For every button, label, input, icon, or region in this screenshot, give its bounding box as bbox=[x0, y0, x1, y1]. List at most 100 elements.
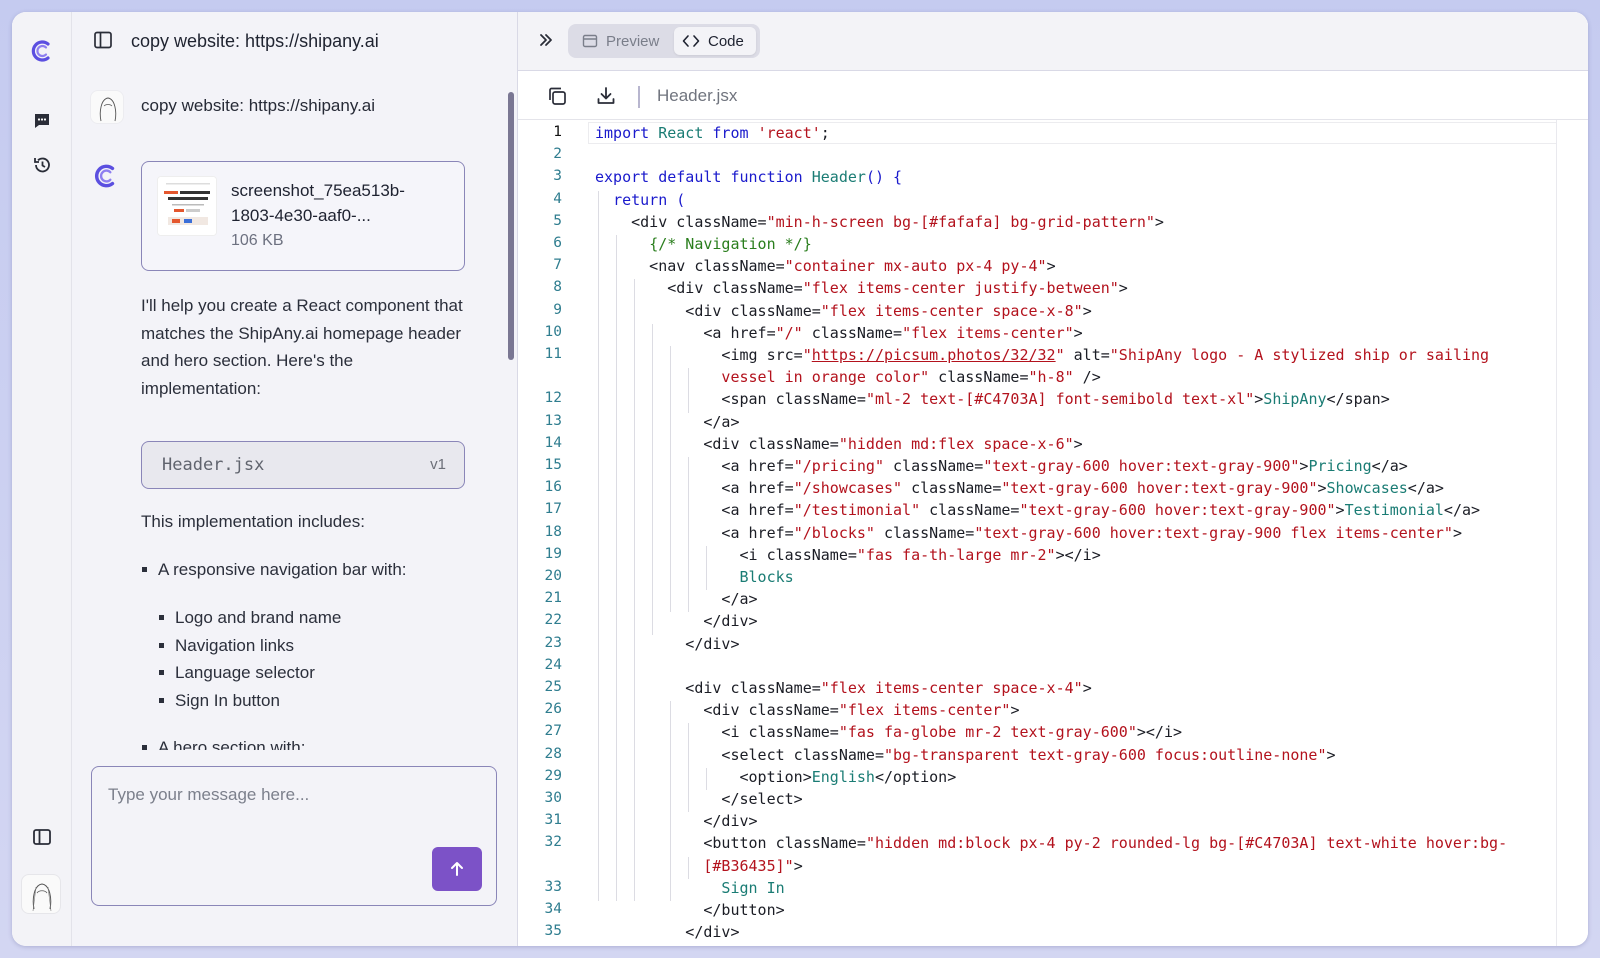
code-token: <a href= bbox=[595, 501, 794, 520]
code-token: "/testimonial" bbox=[793, 501, 921, 520]
code-token: "/" bbox=[775, 323, 803, 342]
chat-icon[interactable] bbox=[29, 108, 55, 134]
code-token: import bbox=[595, 124, 659, 142]
code-token: <option> bbox=[595, 767, 812, 786]
line-number: 31 bbox=[544, 812, 562, 829]
code-token: "/blocks" bbox=[793, 523, 875, 542]
code-line: <img src="https://picsum.photos/32/32" a… bbox=[595, 346, 1489, 364]
code-token: > bbox=[1118, 279, 1128, 298]
code-token: "ShipAny logo - A stylized ship or saili… bbox=[1109, 346, 1490, 364]
line-number: 10 bbox=[544, 323, 562, 340]
code-token: </button> bbox=[595, 901, 785, 919]
tab-code[interactable]: Code bbox=[674, 27, 756, 55]
list-item: A hero section with: bbox=[141, 738, 305, 750]
code-token: </div> bbox=[595, 923, 740, 942]
copy-icon[interactable] bbox=[546, 85, 568, 112]
code-token: <img src= bbox=[595, 346, 803, 364]
code-token: <div className= bbox=[595, 434, 839, 453]
line-number: 18 bbox=[544, 523, 562, 540]
code-filename: Header.jsx bbox=[657, 86, 738, 105]
code-icon bbox=[682, 35, 700, 47]
send-button[interactable] bbox=[432, 847, 482, 891]
indent-guide bbox=[688, 856, 689, 879]
code-token: Blocks bbox=[595, 568, 794, 586]
code-line: <a href="/testimonial" className="text-g… bbox=[595, 501, 1480, 519]
message-composer[interactable]: Type your message here... bbox=[91, 766, 497, 906]
user-message: copy website: https://shipany.ai bbox=[141, 96, 376, 115]
code-token: Showcases bbox=[1326, 479, 1408, 498]
expand-icon[interactable] bbox=[536, 30, 556, 55]
chat-title: copy website: https://shipany.ai bbox=[131, 31, 379, 51]
code-line: </div> bbox=[595, 923, 740, 942]
indent-guide bbox=[688, 457, 689, 613]
indent-guide bbox=[634, 279, 635, 901]
indent-guide bbox=[598, 190, 599, 901]
arrow-up-icon bbox=[451, 862, 463, 876]
code-token: "text-gray-600 hover:text-gray-900" bbox=[1019, 501, 1336, 520]
code-token: "flex items-center" bbox=[902, 323, 1074, 342]
code-token: "h-8" bbox=[1028, 368, 1074, 387]
code-token: return ( bbox=[613, 190, 686, 209]
user-message-avatar bbox=[90, 90, 124, 124]
code-token: </a> bbox=[1371, 457, 1408, 475]
code-line: return ( bbox=[595, 191, 685, 209]
code-line: <div className="flex items-center space-… bbox=[595, 679, 1091, 697]
code-line: Blocks bbox=[595, 568, 794, 586]
code-token: <a href= bbox=[595, 323, 776, 342]
code-token: export default function bbox=[595, 168, 812, 187]
code-token: "/pricing" bbox=[793, 457, 884, 475]
chat-scrollbar[interactable] bbox=[508, 92, 514, 744]
download-icon[interactable] bbox=[595, 85, 617, 112]
code-token: "min-h-screen bg-[#fafafa] bg-grid-patte… bbox=[766, 212, 1155, 231]
user-avatar[interactable] bbox=[21, 874, 61, 914]
attachment-thumbnail bbox=[157, 176, 217, 236]
icon-rail bbox=[12, 12, 72, 946]
code-token: "ml-2 text-[#C4703A] font-semibold text-… bbox=[865, 390, 1255, 409]
line-number: 12 bbox=[544, 390, 562, 407]
code-token: <div className= bbox=[595, 301, 821, 320]
code-token: <nav className= bbox=[595, 257, 785, 276]
code-line: <button className="hidden md:block px-4 … bbox=[595, 834, 1507, 852]
code-token: ; bbox=[820, 124, 830, 142]
indent-guide bbox=[688, 368, 689, 413]
code-token: English bbox=[811, 767, 875, 786]
line-number: 8 bbox=[553, 279, 562, 296]
code-token: className= bbox=[929, 368, 1029, 387]
code-token: </a> bbox=[1443, 501, 1481, 520]
tab-preview[interactable]: Preview bbox=[572, 27, 672, 55]
attachment-card[interactable]: screenshot_75ea513b- 1803-4e30-aaf0-... … bbox=[141, 161, 465, 271]
chat-scrollbar-thumb[interactable] bbox=[508, 92, 514, 360]
panel-toggle-icon[interactable] bbox=[92, 29, 114, 56]
code-token: </span> bbox=[1326, 390, 1390, 409]
code-line: <div className="flex items-center justif… bbox=[595, 279, 1128, 297]
code-token: </a> bbox=[1407, 479, 1444, 498]
code-token: > bbox=[1082, 301, 1092, 320]
line-number: 5 bbox=[553, 212, 562, 229]
code-line: <select className="bg-transparent text-g… bbox=[595, 745, 1336, 764]
includes-label: This implementation includes: bbox=[141, 512, 365, 531]
code-token: "text-gray-600 hover:text-gray-900" bbox=[1001, 479, 1318, 498]
code-chip-version: v1 bbox=[430, 456, 446, 473]
line-number: 14 bbox=[544, 434, 562, 451]
line-number: 32 bbox=[544, 834, 562, 851]
code-editor[interactable]: 1 import React from 'react'; 2 3 export defa… bbox=[518, 120, 1556, 946]
code-token: > bbox=[1335, 501, 1345, 520]
sidebar-toggle-icon[interactable] bbox=[29, 824, 55, 850]
code-artifact-chip[interactable]: Header.jsx v1 bbox=[141, 441, 465, 489]
code-line: </a> bbox=[595, 590, 757, 608]
tab-code-label: Code bbox=[708, 32, 744, 50]
line-number: 26 bbox=[544, 701, 562, 718]
indent-guide bbox=[706, 545, 707, 591]
artifact-panel: Preview Code Header.jsx 1 import React fr… bbox=[518, 12, 1588, 946]
message-list[interactable]: copy website: https://shipany.ai screens… bbox=[72, 72, 502, 750]
message-input[interactable]: Type your message here... bbox=[108, 785, 309, 805]
code-token: > bbox=[1326, 745, 1336, 764]
line-number: 22 bbox=[544, 612, 562, 629]
app-window: copy website: https://shipany.ai copy we… bbox=[12, 12, 1588, 946]
history-icon[interactable] bbox=[29, 152, 55, 178]
line-number: 30 bbox=[544, 790, 562, 806]
app-logo-icon[interactable] bbox=[29, 38, 55, 64]
code-token: <i className= bbox=[595, 723, 839, 742]
code-line: <div className="min-h-screen bg-[#fafafa… bbox=[595, 213, 1164, 231]
line-number: 24 bbox=[544, 656, 562, 673]
